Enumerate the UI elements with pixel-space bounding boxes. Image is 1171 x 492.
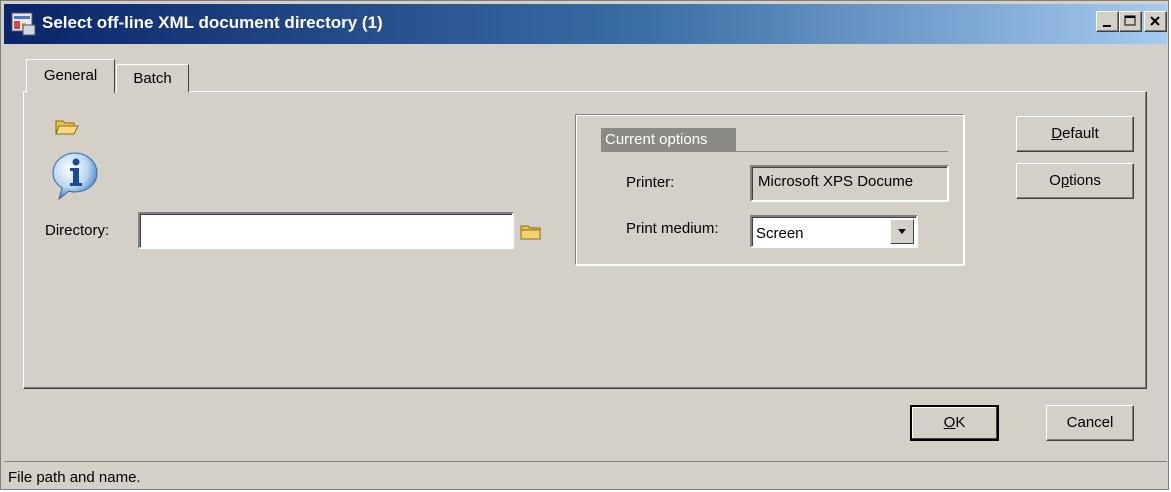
status-bar [4,461,1167,490]
options-button[interactable]: Options [1016,163,1134,199]
default-button[interactable]: Default [1016,116,1134,152]
chevron-down-icon [898,229,906,234]
maximize-button[interactable] [1119,11,1142,32]
open-folder-icon [55,120,79,135]
cancel-button[interactable]: Cancel [1046,405,1134,441]
tab-general[interactable]: General [26,59,115,93]
cancel-button-label: Cancel [1066,414,1114,431]
dialog-window: Select off-line XML document directory (… [0,0,1169,490]
ok-button[interactable]: OK [910,405,999,441]
printer-label: Printer: [626,174,675,191]
options-button-prefix: O [1049,172,1061,189]
ok-button-mnemonic: O [943,414,956,431]
tab-general-label: General [43,67,98,84]
directory-label: Directory: [45,222,110,239]
ok-button-label: K [955,414,966,431]
tab-batch[interactable]: Batch [116,64,189,92]
close-icon [1150,16,1160,26]
options-button-label: tions [1069,172,1101,189]
default-button-mnemonic: D [1051,125,1063,142]
status-text: File path and name. [8,469,141,486]
print-medium-select[interactable]: Screen [750,215,918,248]
folder-browse-icon[interactable] [519,222,543,242]
current-options-title: Current options [601,128,736,152]
directory-input[interactable] [138,212,514,249]
close-button[interactable] [1144,11,1167,32]
minimize-button[interactable] [1096,11,1119,32]
maximize-icon [1124,15,1136,26]
printer-field: Microsoft XPS Docume [750,165,949,202]
print-medium-value: Screen [756,225,804,242]
minimize-icon [1103,25,1111,27]
group-title-divider [736,151,948,152]
window-title: Select off-line XML document directory (… [42,13,383,32]
app-icon [11,12,36,36]
print-medium-label: Print medium: [626,220,719,237]
info-icon [52,152,98,201]
default-button-label: efault [1062,125,1099,142]
print-medium-dropdown-button[interactable] [890,219,914,244]
printer-value: Microsoft XPS Docume [758,173,914,190]
tab-batch-label: Batch [133,70,172,87]
title-bar[interactable]: Select off-line XML document directory (… [4,4,1167,44]
options-button-mnemonic: p [1060,172,1070,189]
